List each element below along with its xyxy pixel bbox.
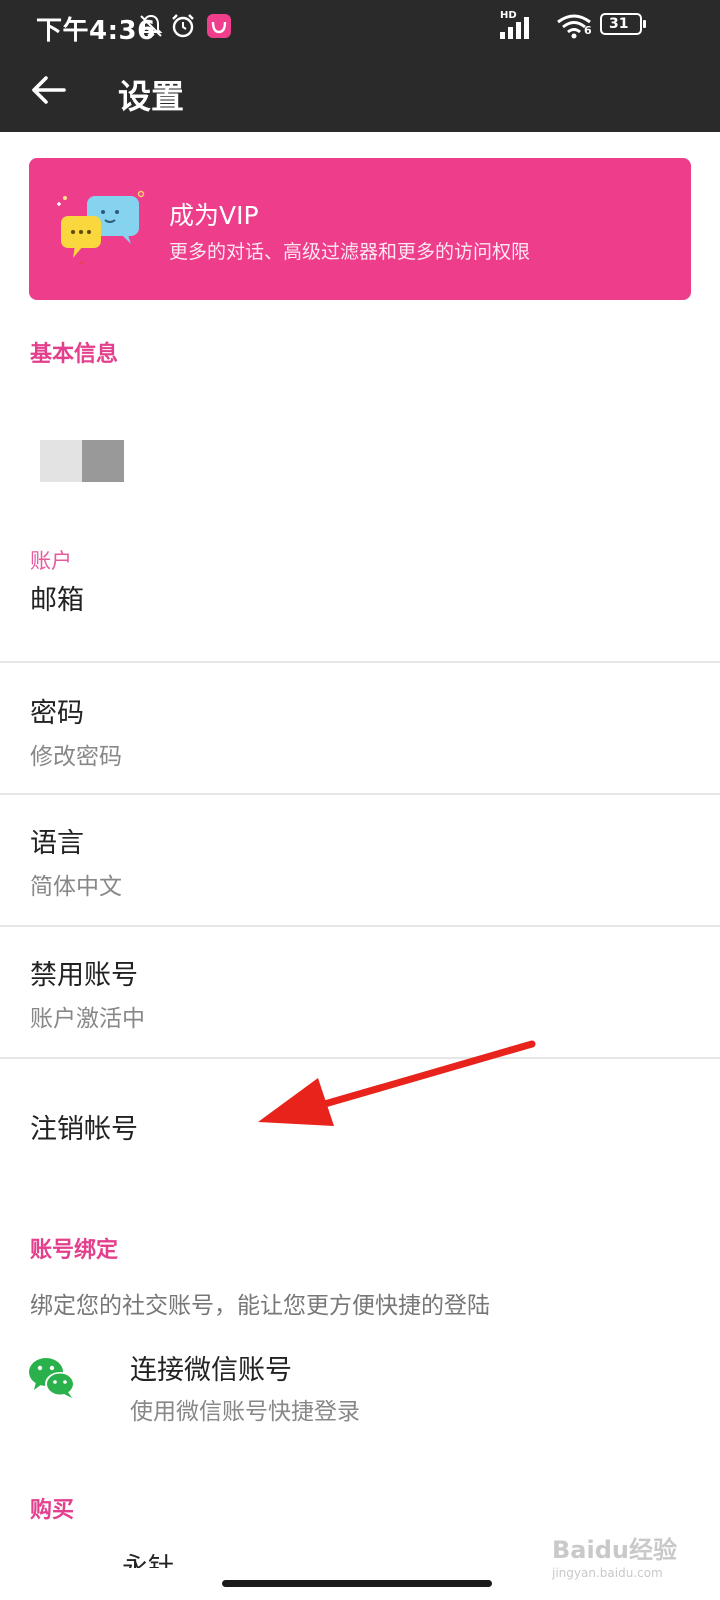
section-header-purchase: 购买 xyxy=(30,1498,75,1523)
app-notification-icon xyxy=(206,13,232,43)
wechat-title: 连接微信账号 xyxy=(130,1355,292,1386)
alarm-icon xyxy=(170,13,196,43)
app-bar: 设置 xyxy=(0,52,720,132)
watermark-logo: Baidu经验 xyxy=(552,1536,677,1564)
email-title: 邮箱 xyxy=(30,585,84,616)
binding-description: 绑定您的社交账号，能让您更方便快捷的登陆 xyxy=(30,1293,490,1319)
vip-subtitle: 更多的对话、高级过滤器和更多的访问权限 xyxy=(169,241,531,263)
vip-banner[interactable]: 成为VIP 更多的对话、高级过滤器和更多的访问权限 xyxy=(29,158,691,300)
battery-icon: 31 xyxy=(600,13,646,35)
purchase-item-partial[interactable]: 永针 xyxy=(122,1548,174,1568)
connect-wechat-row[interactable]: 连接微信账号 使用微信账号快捷登录 xyxy=(0,1330,720,1430)
wifi-number: 6 xyxy=(584,24,592,37)
email-row[interactable]: 邮箱 xyxy=(0,570,720,662)
vip-title: 成为VIP xyxy=(169,201,259,230)
arrow-left-icon xyxy=(32,76,66,104)
baidu-watermark: Baidu经验 jingyan.baidu.com xyxy=(544,1522,694,1592)
status-bar: 下午4:36 HD 6 31 xyxy=(0,0,720,52)
signal-icon xyxy=(498,16,534,44)
bell-off-icon xyxy=(138,13,164,43)
language-row[interactable]: 语言 简体中文 xyxy=(0,795,720,925)
watermark-url: jingyan.baidu.com xyxy=(552,1566,663,1580)
wechat-icon xyxy=(29,1358,75,1398)
language-title: 语言 xyxy=(30,828,84,859)
back-button[interactable] xyxy=(28,70,76,114)
chat-bubbles-icon xyxy=(57,190,145,265)
password-subtitle: 修改密码 xyxy=(30,744,122,770)
home-indicator[interactable] xyxy=(222,1580,492,1587)
password-row[interactable]: 密码 修改密码 xyxy=(0,663,720,793)
page-title: 设置 xyxy=(118,77,184,116)
cancel-account-title: 注销帐号 xyxy=(30,1114,138,1145)
disable-account-subtitle: 账户激活中 xyxy=(30,1006,145,1032)
section-header-binding: 账号绑定 xyxy=(30,1238,119,1263)
avatar[interactable] xyxy=(40,440,124,482)
wechat-subtitle: 使用微信账号快捷登录 xyxy=(130,1399,360,1425)
password-title: 密码 xyxy=(30,698,84,729)
battery-level: 31 xyxy=(609,16,629,32)
annotation-arrow-icon xyxy=(258,1040,536,1126)
disable-account-title: 禁用账号 xyxy=(30,960,138,991)
section-header-basic-info: 基本信息 xyxy=(30,342,119,367)
language-subtitle: 简体中文 xyxy=(30,874,122,900)
